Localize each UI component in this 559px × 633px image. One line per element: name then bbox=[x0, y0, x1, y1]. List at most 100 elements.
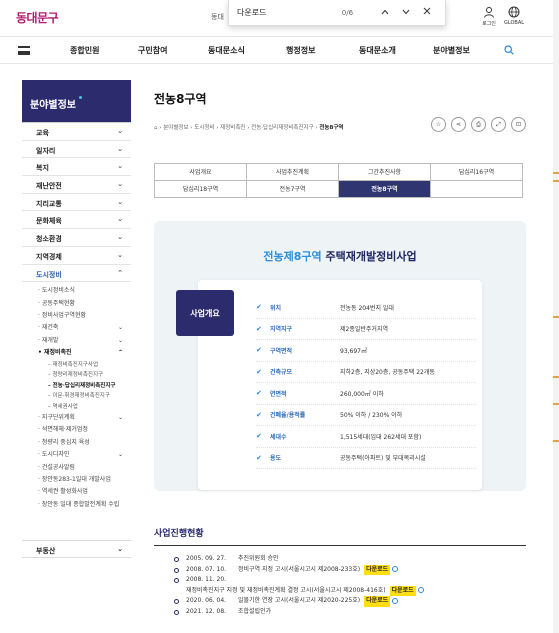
submenu-level2: – 재정비촉진지구사업 – 청량리재정비촉진지구 – 전농·답십리재정비촉진지구… bbox=[38, 360, 131, 413]
submenu-item[interactable]: · 도시디자인 ⌄ bbox=[38, 449, 131, 461]
sidebar-item-environment[interactable]: 청소환경 ⌄ bbox=[22, 229, 131, 247]
sidebar-item-label: 지리교통 bbox=[36, 199, 62, 208]
spec-row: ✔ 세대수 1,515세대(임대 262세대 포함) bbox=[256, 426, 476, 448]
logo[interactable]: 동대문구 bbox=[16, 9, 59, 26]
find-input[interactable]: 다운로드 bbox=[237, 7, 342, 18]
project-summary: 전농제8구역 주택재개발정비사업 사업개요 ✔ 위치 전농동 204번지 일대 ✔ 지… bbox=[154, 221, 526, 491]
timeline-row: 2005. 09. 27. 추진위원회 승인 bbox=[154, 554, 526, 565]
tab-dapsimni18[interactable]: 답십리18구역 bbox=[154, 180, 247, 198]
main-nav: 종합민원 구민참여 동대문소식 행정정보 동대문소개 분야별정보 bbox=[0, 36, 559, 64]
chevron-down-icon: ⌄ bbox=[117, 127, 123, 135]
find-count: 0/6 bbox=[341, 8, 354, 17]
submenu-item[interactable]: · 역세권 활성화사업 bbox=[38, 486, 131, 498]
capture-button[interactable]: ⊡ bbox=[511, 117, 526, 132]
chevron-down-icon: ⌄ bbox=[117, 414, 123, 422]
project-title-highlight: 전농제8구역 bbox=[263, 250, 322, 263]
find-prev-button[interactable] bbox=[374, 8, 395, 18]
chevron-down-icon: ⌄ bbox=[117, 250, 123, 259]
check-icon: ✔ bbox=[256, 389, 262, 398]
sidebar-item-jobs[interactable]: 일자리 ⌄ bbox=[22, 141, 131, 159]
menu-icon[interactable] bbox=[18, 46, 30, 55]
submenu-item[interactable]: · 석면해체·제거엄정 bbox=[38, 424, 131, 436]
sidebar-item-economy[interactable]: 지역경제 ⌄ bbox=[22, 247, 131, 265]
breadcrumb-item[interactable]: 분야별정보 bbox=[163, 125, 188, 131]
submenu2-item[interactable]: – 청량리재정비촉진지구 bbox=[48, 370, 131, 381]
submenu-item-active[interactable]: • 재정비촉진 ⌃ bbox=[38, 347, 131, 359]
page-scrollbar[interactable] bbox=[553, 0, 559, 633]
tab-overview[interactable]: 사업개요 bbox=[154, 163, 247, 181]
nav-item-admin[interactable]: 행정정보 bbox=[286, 45, 315, 56]
tab-history[interactable]: 그간추진사항 bbox=[338, 163, 431, 181]
tab-dapsimni16[interactable]: 답십리16구역 bbox=[430, 163, 523, 181]
submenu2-item[interactable]: – 재정비촉진지구사업 bbox=[48, 360, 131, 371]
submenu-item[interactable]: · 건설공사알림 bbox=[38, 462, 131, 474]
sidebar-item-urban[interactable]: 도시정비 ⌃ bbox=[22, 265, 131, 283]
chevron-down-icon: ⌄ bbox=[117, 162, 123, 171]
person-icon bbox=[484, 7, 494, 18]
find-marker bbox=[553, 316, 559, 318]
spec-key: 용도 bbox=[270, 455, 282, 463]
home-icon[interactable]: ⌂ bbox=[154, 125, 158, 131]
sidebar-item-education[interactable]: 교육 ⌄ bbox=[22, 123, 131, 141]
tab-jeonnong7[interactable]: 전농7구역 bbox=[246, 180, 339, 198]
chevron-down-icon bbox=[402, 9, 410, 14]
print-button[interactable]: ⎙ bbox=[471, 117, 486, 132]
download-icon[interactable] bbox=[392, 566, 399, 572]
sidebar-item-traffic[interactable]: 지리교통 ⌄ bbox=[22, 194, 131, 212]
timeline-text: 조합설립인가 bbox=[238, 607, 272, 615]
tab-jeonnong8[interactable]: 전농8구역 bbox=[338, 180, 431, 198]
breadcrumb-item[interactable]: 재정비촉진 bbox=[220, 125, 245, 131]
sidebar-item-safety[interactable]: 재난안전 ⌄ bbox=[22, 176, 131, 194]
spec-key: 연면적 bbox=[270, 390, 287, 398]
submenu-item[interactable]: · 재건축 ⌄ bbox=[38, 322, 131, 334]
submenu-item[interactable]: · 지구단위계획 ⌄ bbox=[38, 412, 131, 424]
submenu-item[interactable]: · 장안동 일대 종합발전계획 수립 bbox=[38, 499, 131, 511]
nav-item-civil[interactable]: 종합민원 bbox=[70, 45, 99, 56]
check-icon: ✔ bbox=[256, 410, 262, 419]
submenu2-item[interactable]: – 역세권사업 bbox=[48, 402, 131, 413]
expand-button[interactable]: ⤢ bbox=[491, 117, 506, 132]
submenu-item[interactable]: · 공동주택현황 bbox=[38, 298, 131, 310]
check-icon: ✔ bbox=[256, 324, 262, 333]
submenu-item[interactable]: · 도시정비소식 bbox=[38, 285, 131, 297]
submenu-label: 장안동283-1일대 개발사업 bbox=[41, 475, 111, 483]
download-icon[interactable] bbox=[417, 587, 424, 593]
submenu2-item[interactable]: – 이문·휘경재정비촉진지구 bbox=[48, 391, 131, 402]
share-button[interactable]: ⋖ bbox=[451, 117, 466, 132]
find-close-button[interactable] bbox=[416, 7, 437, 18]
submenu-item[interactable]: · 재개발 ⌄ bbox=[38, 335, 131, 347]
global-link[interactable]: GLOBAL bbox=[499, 6, 529, 26]
find-next-button[interactable] bbox=[395, 8, 416, 18]
submenu-label: 지구단위계획 bbox=[41, 414, 75, 422]
sidebar-item-culture[interactable]: 문화체육 ⌄ bbox=[22, 211, 131, 230]
nav-item-participation[interactable]: 구민참여 bbox=[138, 45, 167, 56]
capture-icon: ⊡ bbox=[515, 121, 522, 128]
submenu-item[interactable]: · 청량리 중심지 육성 bbox=[38, 437, 131, 449]
download-icon[interactable] bbox=[392, 597, 399, 604]
download-button[interactable]: 다운로드 bbox=[364, 564, 391, 575]
search-icon[interactable] bbox=[504, 45, 514, 55]
submenu-label: 재개발 bbox=[41, 336, 59, 344]
bookmark-button[interactable]: ☆ bbox=[431, 117, 446, 132]
tab-plan[interactable]: 사업추진계획 bbox=[246, 163, 339, 181]
spec-value: 93,697㎡ bbox=[340, 347, 367, 355]
sidebar-submenu: · 도시정비소식 · 공동주택현황 · 정비사업구역현황 · 재건축 ⌄ · 재개… bbox=[22, 282, 131, 511]
spec-value: 1,515세대(임대 262세대 포함) bbox=[340, 433, 422, 441]
download-button[interactable]: 다운로드 bbox=[364, 596, 391, 607]
nav-item-about[interactable]: 동대문소개 bbox=[359, 45, 396, 56]
submenu-item[interactable]: · 정비사업구역현황 bbox=[38, 310, 131, 322]
nav-item-news[interactable]: 동대문소식 bbox=[208, 45, 245, 56]
sidebar-item-welfare[interactable]: 복지 ⌄ bbox=[22, 158, 131, 177]
submenu-item[interactable]: · 장안동283-1일대 개발사업 bbox=[38, 474, 131, 486]
content-tabs: 사업개요 사업추진계획 그간추진사항 답십리16구역 답십리18구역 전농7구역… bbox=[154, 163, 526, 198]
download-button[interactable]: 다운로드 bbox=[389, 585, 416, 596]
spec-row: ✔ 구역면적 93,697㎡ bbox=[256, 340, 476, 362]
nav-item-fields[interactable]: 분야별정보 bbox=[433, 45, 470, 56]
submenu2-item-active[interactable]: – 전농·답십리재정비촉진지구 bbox=[48, 381, 131, 392]
sidebar-item-label: 부동산 bbox=[36, 547, 56, 555]
breadcrumb-item[interactable]: 도시정비 bbox=[194, 125, 214, 131]
find-marker bbox=[553, 172, 559, 174]
sidebar-item-realestate[interactable]: 부동산 ⌄ bbox=[22, 540, 131, 558]
breadcrumb-item[interactable]: 전농·답십리재정비촉진지구 bbox=[251, 125, 313, 131]
page-tools: ☆ ⋖ ⎙ ⤢ ⊡ bbox=[431, 117, 526, 132]
